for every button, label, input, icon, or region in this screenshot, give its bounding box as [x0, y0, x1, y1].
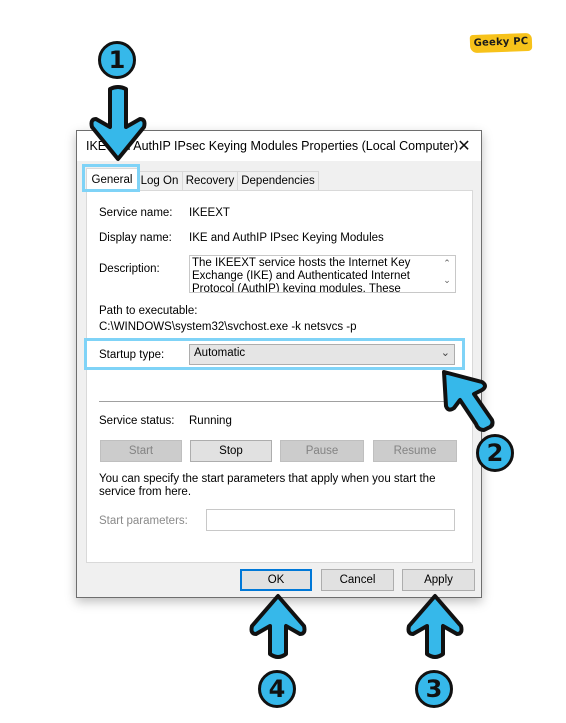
service-status-value: Running: [189, 415, 232, 427]
apply-button[interactable]: Apply: [402, 569, 475, 591]
divider: [99, 401, 455, 402]
cancel-button[interactable]: Cancel: [321, 569, 394, 591]
display-name-value: IKE and AuthIP IPsec Keying Modules: [189, 232, 384, 244]
arrow-up-icon: [406, 594, 464, 659]
close-button[interactable]: ✕: [449, 133, 479, 159]
ok-button[interactable]: OK: [240, 569, 312, 591]
step-1-badge: 1: [98, 41, 136, 79]
tab-recovery[interactable]: Recovery: [182, 171, 238, 191]
description-textbox[interactable]: The IKEEXT service hosts the Internet Ke…: [189, 255, 456, 293]
description-scrollbar[interactable]: ⌃ ⌄: [439, 256, 455, 292]
service-status-label: Service status:: [99, 415, 175, 427]
service-name-value: IKEEXT: [189, 207, 230, 219]
geeky-pc-logo: Geeky PC: [469, 32, 533, 54]
start-parameters-label: Start parameters:: [99, 515, 188, 527]
description-text: The IKEEXT service hosts the Internet Ke…: [192, 257, 411, 293]
tab-dependencies[interactable]: Dependencies: [237, 171, 319, 191]
arrow-up-icon: [249, 594, 307, 659]
service-name-label: Service name:: [99, 207, 173, 219]
start-parameters-input[interactable]: [206, 509, 455, 531]
pause-button[interactable]: Pause: [280, 440, 364, 462]
tab-log-on[interactable]: Log On: [136, 171, 183, 191]
arrow-down-icon: [89, 85, 147, 161]
step-4-badge: 4: [258, 670, 296, 708]
highlight-general-tab: [82, 164, 140, 192]
scroll-up-icon[interactable]: ⌃: [442, 259, 452, 269]
scroll-down-icon[interactable]: ⌄: [442, 276, 452, 286]
path-value: C:\WINDOWS\system32\svchost.exe -k netsv…: [99, 321, 357, 333]
stop-button[interactable]: Stop: [190, 440, 272, 462]
general-tab-panel: Service name: IKEEXT Display name: IKE a…: [86, 190, 473, 563]
start-button[interactable]: Start: [100, 440, 182, 462]
arrow-up-left-icon: [442, 370, 495, 432]
start-parameters-help: You can specify the start parameters tha…: [99, 473, 436, 498]
description-label: Description:: [99, 263, 160, 275]
step-2-badge: 2: [476, 434, 514, 472]
display-name-label: Display name:: [99, 232, 172, 244]
resume-button[interactable]: Resume: [373, 440, 457, 462]
step-3-badge: 3: [415, 670, 453, 708]
close-icon: ✕: [457, 136, 471, 155]
path-label: Path to executable:: [99, 305, 198, 317]
highlight-startup-type: [84, 338, 465, 370]
